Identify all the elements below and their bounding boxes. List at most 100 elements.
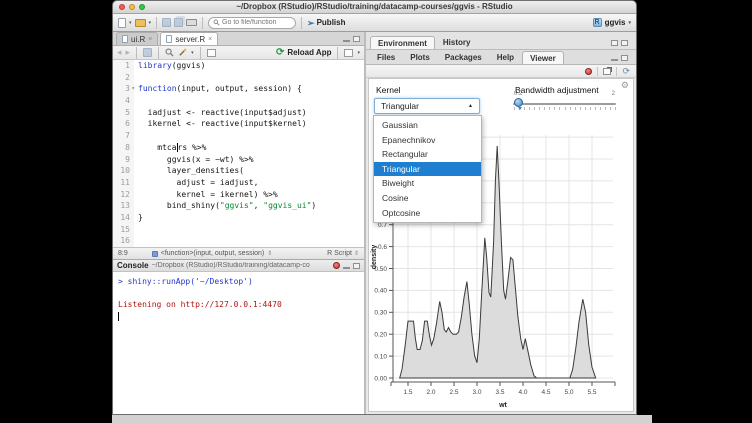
publish-label: Publish [317,18,346,27]
kernel-option-optcosine[interactable]: Optcosine [374,206,481,221]
line-number: 3▾ [113,83,134,95]
file-type-label: R Script [327,250,352,257]
svg-text:wt: wt [498,402,507,409]
maximize-pane-icon[interactable] [353,36,360,42]
publish-button[interactable]: ➢ Publish [307,18,345,27]
code-text: } [134,212,143,224]
text-cursor [118,312,119,321]
slider-handle[interactable] [514,98,523,107]
tab-viewer[interactable]: Viewer [522,51,564,64]
kernel-option-triangular[interactable]: Triangular [374,162,481,177]
save-icon[interactable] [143,48,152,57]
svg-text:0.6: 0.6 [378,244,387,251]
find-replace-icon[interactable] [165,48,174,57]
toolbar-separator [337,47,338,59]
code-line: 6 ikernel <- reactive(input$kernel) [113,118,364,130]
minimize-window-icon[interactable] [129,4,135,10]
console-output[interactable]: > shiny::runApp('~/Desktop')Listening on… [113,272,364,326]
code-line: 10 layer_densities( [113,165,364,177]
tab-environment[interactable]: Environment [370,36,435,49]
file-type-selector[interactable]: R Script ⇕ [327,250,359,257]
console-title-bar: Console ~/Dropbox (RStudio)/RStudio/trai… [113,259,364,272]
fold-arrow-icon[interactable]: ▾ [131,83,135,95]
tab-history[interactable]: History [436,36,478,49]
shiny-app-view: ⚙ Kernel Triangular ▲ GaussianEpanechnik… [368,78,634,412]
reload-app-button[interactable]: ⟳ Reload App [276,48,332,57]
slider-tick [524,107,525,110]
code-editor[interactable]: 1library(ggvis)23▾function(input, output… [113,60,364,247]
zoom-window-icon[interactable] [139,4,145,10]
goto-file-input[interactable] [222,19,288,26]
code-tools-dropdown-icon[interactable]: ▾ [191,50,194,56]
close-tab-icon[interactable]: × [208,36,212,43]
code-text: ggvis(x = ~wt) %>% [134,154,254,166]
print-icon[interactable] [186,19,197,26]
console-line: Listening on http://127.0.0.1:4470 [118,299,359,311]
code-tools-wand-icon[interactable] [178,48,187,57]
save-all-icon[interactable] [174,18,183,27]
toolbar-separator [158,47,159,59]
open-dropdown-icon[interactable]: ▾ [149,20,152,26]
slider-track[interactable] [513,103,616,105]
viewer-tab-bar: FilesPlotsPackagesHelpViewer [366,50,636,65]
editor-tab-server.R[interactable]: server.R× [160,32,218,45]
scope-selector[interactable]: <function>(input, output, session) ⇕ [152,250,273,257]
minimize-pane-icon[interactable] [611,59,618,61]
kernel-option-epanechnikov[interactable]: Epanechnikov [374,133,481,148]
rstudio-window: ~/Dropbox (RStudio)/RStudio/training/dat… [112,0,637,415]
bandwidth-slider[interactable]: 0.2 2 [513,91,616,115]
gear-icon[interactable]: ⚙ [621,80,629,91]
minimize-pane-icon[interactable] [343,40,350,42]
save-icon[interactable] [162,18,171,27]
toolbar-separator [136,47,137,59]
code-text: adjust = iadjust, [134,177,258,189]
kernel-option-gaussian[interactable]: Gaussian [374,118,481,133]
maximize-pane-icon[interactable] [353,263,360,269]
console-path: ~/Dropbox (RStudio)/RStudio/training/dat… [152,262,330,269]
svg-text:4.5: 4.5 [541,389,550,396]
line-number: 5 [113,107,134,119]
open-in-new-window-icon[interactable] [603,68,611,75]
viewer-pane: FilesPlotsPackagesHelpViewer ⟳ ⚙ Kernel … [366,50,636,414]
project-menu-button[interactable]: R ggvis ▾ [593,18,631,27]
new-file-icon[interactable] [118,18,126,28]
tab-help[interactable]: Help [490,51,521,64]
maximize-pane-icon[interactable] [621,55,628,61]
line-number: 15 [113,224,134,236]
console-text: Listening on http://127.0.0.1:4470 [118,300,282,309]
goto-file-box[interactable] [208,17,296,29]
editor-tab-ui.R[interactable]: ui.R× [116,32,158,45]
open-folder-icon[interactable] [135,19,146,27]
new-file-dropdown-icon[interactable]: ▾ [129,20,132,26]
svg-text:density: density [371,245,378,270]
close-window-icon[interactable] [119,4,125,10]
code-text [134,235,138,247]
back-icon[interactable]: ◂ [117,48,122,57]
code-line: 9 ggvis(x = ~wt) %>% [113,154,364,166]
slider-tick [514,107,515,110]
tab-plots[interactable]: Plots [403,51,437,64]
kernel-option-biweight[interactable]: Biweight [374,176,481,191]
maximize-pane-icon[interactable] [621,40,628,46]
kernel-option-rectangular[interactable]: Rectangular [374,147,481,162]
stop-icon[interactable] [333,262,340,269]
minimize-pane-icon[interactable] [343,267,350,269]
forward-icon[interactable]: ▸ [126,48,131,57]
tab-files[interactable]: Files [370,51,402,64]
refresh-icon[interactable]: ⟳ [622,67,630,76]
screenshot-stage: ~/Dropbox (RStudio)/RStudio/training/dat… [0,0,752,423]
stop-app-icon[interactable] [585,68,592,75]
tab-packages[interactable]: Packages [438,51,489,64]
kernel-select[interactable]: Triangular ▲ [374,98,480,114]
source-options-icon[interactable] [344,49,353,57]
source-options-dropdown-icon[interactable]: ▾ [357,50,360,56]
code-text: kernel = ikernel) %>% [134,189,278,201]
kernel-option-cosine[interactable]: Cosine [374,191,481,206]
svg-text:2.0: 2.0 [426,389,435,396]
code-line: 13 bind_shiny("ggvis", "ggvis_ui") [113,200,364,212]
restore-pane-icon[interactable] [611,40,618,46]
close-tab-icon[interactable]: × [148,36,152,43]
console-text: > shiny::runApp('~/Desktop') [118,277,253,286]
compile-notebook-icon[interactable] [207,49,216,57]
reload-icon: ⟳ [276,48,284,57]
